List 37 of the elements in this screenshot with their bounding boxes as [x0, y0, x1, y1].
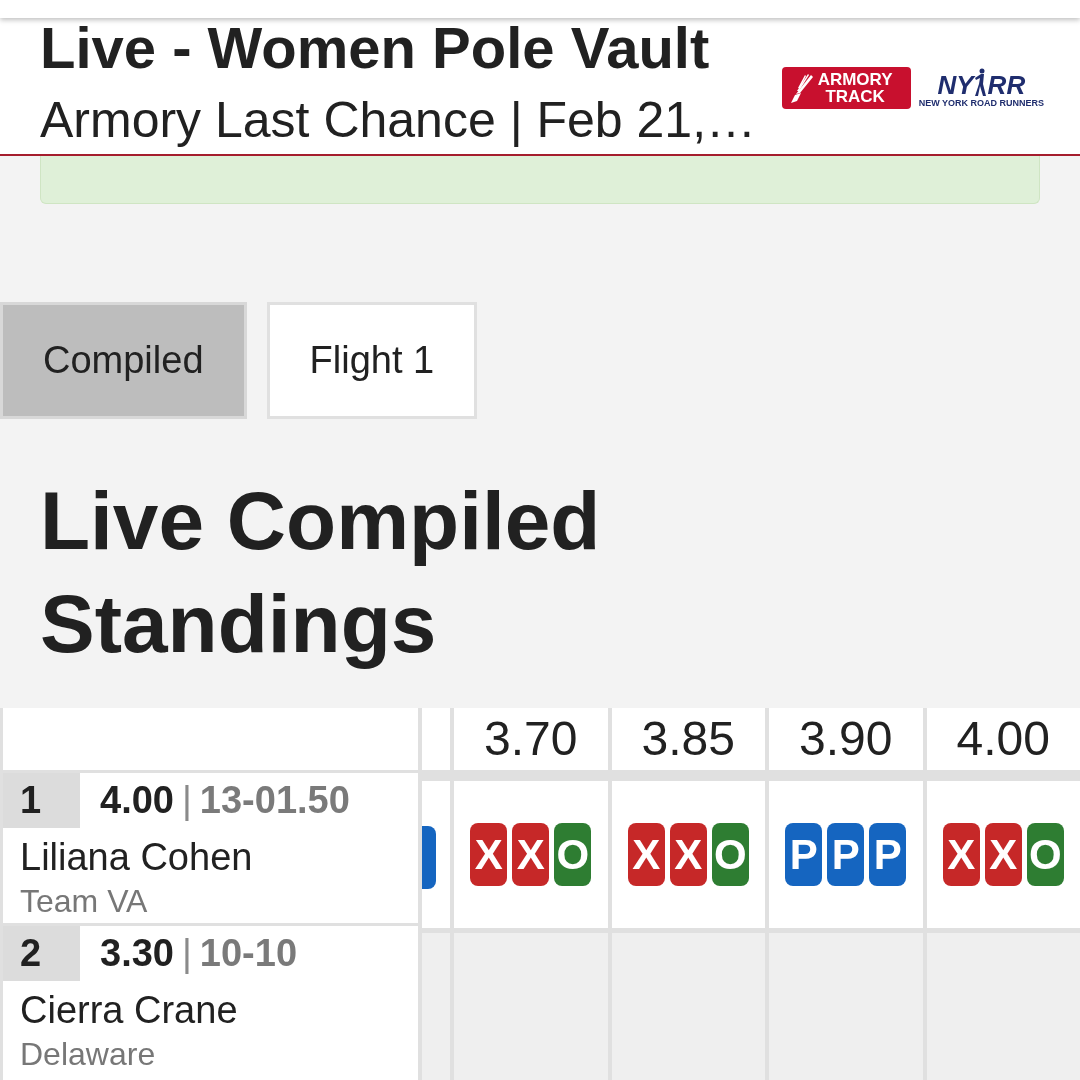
height-header: 3.70 — [454, 708, 608, 770]
logo-text: TRACK — [825, 88, 885, 105]
logo-text: RR — [987, 71, 1026, 98]
athlete-name: Cierra Crane — [19, 988, 239, 1033]
attempt-mark: X — [669, 823, 707, 886]
attempt-mark: X — [512, 823, 550, 886]
rank-label: 1 — [3, 773, 80, 828]
feather-icon — [788, 71, 815, 105]
attempt-mark: O — [1026, 823, 1064, 886]
logo-text: ARMORY — [817, 71, 893, 88]
height-header: 3.90 — [769, 708, 923, 770]
attempt-mark: X — [627, 823, 665, 886]
attempt-tile-icon — [422, 826, 436, 889]
result-mark: 4.00 | 13-01.50 — [100, 778, 350, 823]
rank-label: 2 — [3, 926, 80, 981]
header-cell — [422, 708, 450, 770]
attempt-mark: X — [984, 823, 1022, 886]
attempt-mark: P — [785, 823, 823, 886]
result-mark: 3.30 | 10-10 — [100, 931, 298, 976]
attempt-mark: X — [470, 823, 508, 886]
tab[interactable]: Flight 1 — [266, 302, 478, 419]
attempt-mark: O — [711, 823, 749, 886]
tab[interactable]: Compiled — [0, 302, 247, 419]
page-title: Live - Women Pole Vault — [40, 18, 711, 78]
page-subtitle: Armory Last Chance | Feb 21,… — [40, 91, 757, 150]
height-header: 4.00 — [926, 708, 1080, 770]
team-name: Team VA — [19, 882, 149, 920]
team-name: Delaware — [19, 1035, 157, 1073]
logo-tagline: NEW YORK ROAD RUNNERS — [918, 97, 1044, 109]
attempt-mark: P — [869, 823, 907, 886]
height-header: 3.85 — [611, 708, 765, 770]
attempt-mark: P — [827, 823, 865, 886]
logo-text: NY — [937, 71, 974, 98]
attempt-mark: X — [942, 823, 980, 886]
attempt-mark: O — [554, 823, 592, 886]
athlete-name: Liliana Cohen — [19, 835, 254, 880]
section-heading: Live Compiled Standings — [39, 474, 602, 671]
